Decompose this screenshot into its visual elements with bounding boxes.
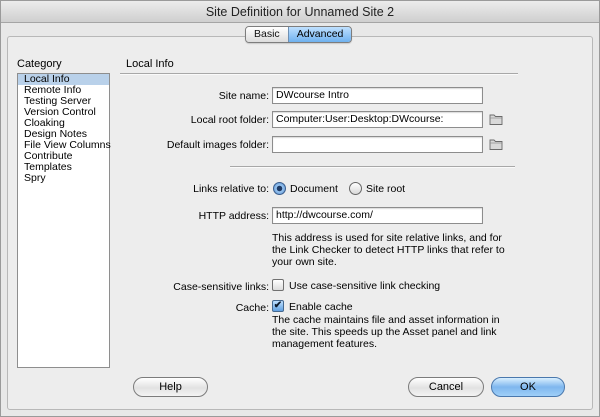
- local-root-label: Local root folder:: [190, 114, 269, 126]
- local-root-field[interactable]: Computer:User:Desktop:DWcourse:: [272, 111, 483, 128]
- document-radio-label[interactable]: Document: [290, 183, 338, 195]
- http-address-field[interactable]: http://dwcourse.com/: [272, 207, 483, 224]
- category-heading: Category: [17, 58, 62, 70]
- site-root-radio-label[interactable]: Site root: [366, 183, 405, 195]
- site-name-field[interactable]: DWcourse Intro: [272, 87, 483, 104]
- ok-button[interactable]: OK: [491, 377, 565, 397]
- enable-cache-checkbox-label[interactable]: Enable cache: [289, 301, 353, 313]
- window-title: Site Definition for Unnamed Site 2: [1, 1, 599, 23]
- links-relative-label: Links relative to:: [193, 183, 269, 195]
- cancel-button[interactable]: Cancel: [408, 377, 484, 397]
- category-list[interactable]: Local Info Remote Info Testing Server Ve…: [17, 73, 111, 368]
- section-divider: [230, 166, 515, 168]
- tab-basic[interactable]: Basic: [246, 27, 288, 42]
- http-address-label: HTTP address:: [198, 210, 269, 222]
- http-address-help: This address is used for site relative l…: [272, 232, 505, 268]
- document-radio[interactable]: [273, 182, 286, 195]
- default-images-label: Default images folder:: [166, 139, 269, 151]
- site-root-radio[interactable]: [349, 182, 362, 195]
- case-sensitive-label: Case-sensitive links:: [173, 281, 269, 293]
- case-sensitive-checkbox[interactable]: [272, 279, 284, 291]
- folder-icon[interactable]: [489, 113, 503, 125]
- cache-help: The cache maintains file and asset infor…: [272, 314, 500, 350]
- tab-advanced[interactable]: Advanced: [287, 27, 352, 42]
- folder-icon[interactable]: [489, 138, 503, 150]
- section-divider: [120, 73, 518, 75]
- site-name-label: Site name:: [218, 90, 269, 102]
- cache-label: Cache:: [235, 302, 269, 314]
- checkmark-icon: ✔: [273, 300, 283, 311]
- section-heading: Local Info: [126, 58, 174, 70]
- default-images-field[interactable]: [272, 136, 483, 153]
- mode-tabs: Basic Advanced: [245, 26, 353, 43]
- case-sensitive-checkbox-label[interactable]: Use case-sensitive link checking: [289, 280, 440, 292]
- enable-cache-checkbox[interactable]: ✔: [272, 300, 284, 312]
- sidebar-item-spry[interactable]: Spry: [18, 173, 109, 184]
- help-button[interactable]: Help: [133, 377, 208, 397]
